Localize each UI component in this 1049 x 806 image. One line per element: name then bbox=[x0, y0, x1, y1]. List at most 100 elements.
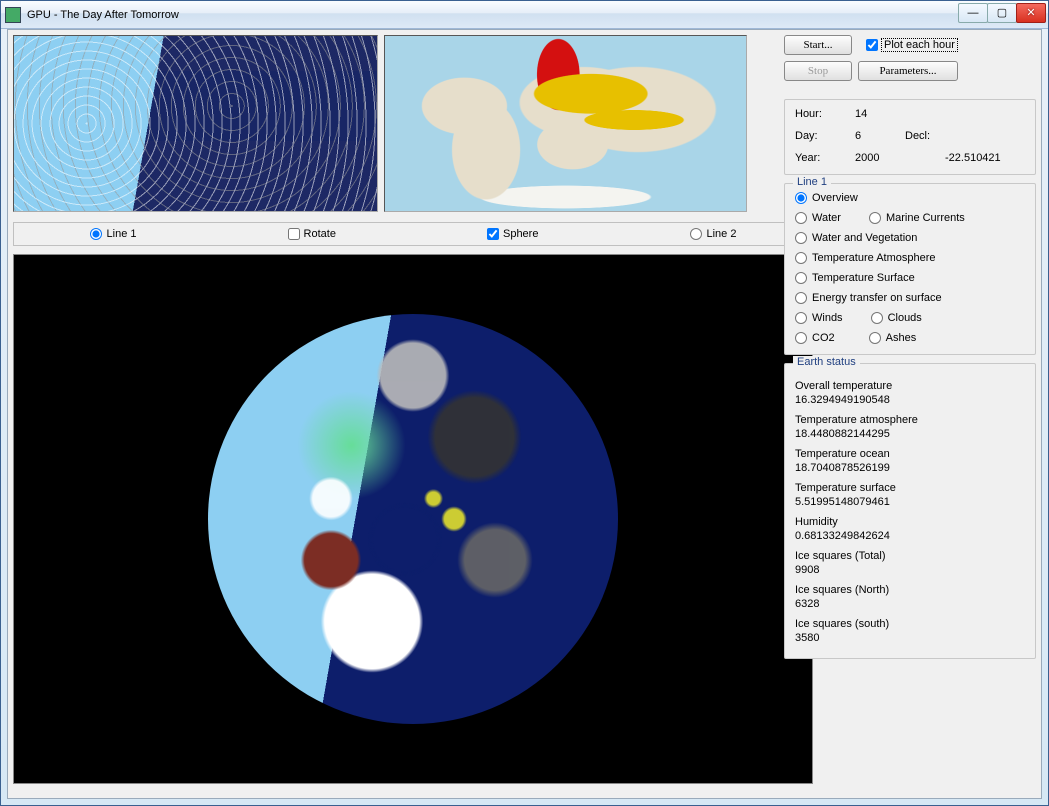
line1-options-group: Line 1 Overview Water Marine Currents Wa… bbox=[784, 183, 1036, 355]
titlebar[interactable]: GPU - The Day After Tomorrow — ▢ ✕ bbox=[1, 1, 1048, 29]
minimize-button[interactable]: — bbox=[958, 3, 988, 23]
stat-ice-total-label: Ice squares (Total) bbox=[795, 550, 1025, 562]
time-status-group: Hour: 14 Day: 6 Decl: Year: 2000 -22.510… bbox=[784, 99, 1036, 175]
minimize-icon: — bbox=[968, 8, 979, 19]
map1-clouds-overlay bbox=[14, 36, 377, 211]
radio-ashes[interactable]: Ashes bbox=[869, 332, 917, 344]
stop-button[interactable]: Stop bbox=[784, 61, 852, 81]
stat-temp-atm-value: 18.4480882144295 bbox=[795, 428, 1025, 440]
radio-line2-label: Line 2 bbox=[707, 228, 737, 240]
radio-overview[interactable]: Overview bbox=[795, 192, 1025, 204]
checkbox-sphere-input[interactable] bbox=[487, 228, 499, 240]
start-button[interactable]: Start... bbox=[784, 35, 852, 55]
stat-humidity-label: Humidity bbox=[795, 516, 1025, 528]
stat-temp-ocean-label: Temperature ocean bbox=[795, 448, 1025, 460]
year-value: 2000 bbox=[855, 152, 905, 164]
hour-label: Hour: bbox=[795, 108, 855, 120]
map-secondary-flat[interactable] bbox=[384, 35, 747, 212]
radio-line2-input[interactable] bbox=[690, 228, 702, 240]
parameters-button[interactable]: Parameters... bbox=[858, 61, 958, 81]
stat-temp-atm-label: Temperature atmosphere bbox=[795, 414, 1025, 426]
radio-co2-input[interactable] bbox=[795, 332, 807, 344]
earth-status-title: Earth status bbox=[793, 356, 860, 368]
radio-overview-label: Overview bbox=[812, 192, 858, 204]
radio-water-vegetation-input[interactable] bbox=[795, 232, 807, 244]
maximize-icon: ▢ bbox=[997, 8, 1007, 19]
hour-value: 14 bbox=[855, 108, 905, 120]
stat-ice-south-label: Ice squares (south) bbox=[795, 618, 1025, 630]
radio-temp-surface-input[interactable] bbox=[795, 272, 807, 284]
globe-render bbox=[208, 314, 618, 724]
radio-water-label: Water bbox=[812, 212, 841, 224]
checkbox-plot-each-hour[interactable]: Plot each hour bbox=[866, 39, 957, 51]
view-controls-bar: Line 1 Rotate Sphere Line 2 bbox=[13, 222, 813, 246]
radio-marine-currents-input[interactable] bbox=[869, 212, 881, 224]
radio-co2-label: CO2 bbox=[812, 332, 835, 344]
radio-water-vegetation-label: Water and Vegetation bbox=[812, 232, 917, 244]
app-window: GPU - The Day After Tomorrow — ▢ ✕ Line … bbox=[0, 0, 1049, 806]
stat-overall-temp-label: Overall temperature bbox=[795, 380, 1025, 392]
map-overview-flat[interactable] bbox=[13, 35, 378, 212]
year-label: Year: bbox=[795, 152, 855, 164]
stat-ice-north-label: Ice squares (North) bbox=[795, 584, 1025, 596]
app-icon bbox=[5, 7, 21, 23]
radio-line1-label: Line 1 bbox=[107, 228, 137, 240]
radio-energy-transfer[interactable]: Energy transfer on surface bbox=[795, 292, 1025, 304]
window-title: GPU - The Day After Tomorrow bbox=[27, 9, 179, 21]
radio-winds-input[interactable] bbox=[795, 312, 807, 324]
radio-marine-currents[interactable]: Marine Currents bbox=[869, 212, 965, 224]
stat-temp-surface-label: Temperature surface bbox=[795, 482, 1025, 494]
radio-water-vegetation[interactable]: Water and Vegetation bbox=[795, 232, 1025, 244]
stat-ice-south-value: 3580 bbox=[795, 632, 1025, 644]
close-button[interactable]: ✕ bbox=[1016, 3, 1046, 23]
checkbox-plot-each-hour-input[interactable] bbox=[866, 39, 878, 51]
decl-label: Decl: bbox=[905, 130, 945, 142]
radio-clouds-label: Clouds bbox=[888, 312, 922, 324]
radio-clouds-input[interactable] bbox=[871, 312, 883, 324]
earth-status-list: Overall temperature 16.3294949190548 Temp… bbox=[795, 380, 1025, 644]
radio-temp-surface[interactable]: Temperature Surface bbox=[795, 272, 1025, 284]
radio-temp-atmosphere-label: Temperature Atmosphere bbox=[812, 252, 936, 264]
map2-event-overlay bbox=[385, 36, 746, 211]
radio-clouds[interactable]: Clouds bbox=[871, 312, 922, 324]
radio-water[interactable]: Water bbox=[795, 212, 841, 224]
radio-line1[interactable]: Line 1 bbox=[90, 228, 137, 240]
main-3d-view[interactable] bbox=[13, 254, 813, 784]
stat-ice-north-value: 6328 bbox=[795, 598, 1025, 610]
right-panel: Start... Plot each hour Stop Parameters.… bbox=[784, 35, 1036, 659]
decl-value: -22.510421 bbox=[945, 152, 1025, 164]
radio-overview-input[interactable] bbox=[795, 192, 807, 204]
radio-marine-currents-label: Marine Currents bbox=[886, 212, 965, 224]
radio-ashes-label: Ashes bbox=[886, 332, 917, 344]
checkbox-rotate-label: Rotate bbox=[304, 228, 336, 240]
radio-line2[interactable]: Line 2 bbox=[690, 228, 737, 240]
checkbox-rotate-input[interactable] bbox=[288, 228, 300, 240]
stat-ice-total-value: 9908 bbox=[795, 564, 1025, 576]
radio-winds[interactable]: Winds bbox=[795, 312, 843, 324]
radio-line1-input[interactable] bbox=[90, 228, 102, 240]
stat-overall-temp-value: 16.3294949190548 bbox=[795, 394, 1025, 406]
radio-ashes-input[interactable] bbox=[869, 332, 881, 344]
radio-temp-surface-label: Temperature Surface bbox=[812, 272, 915, 284]
radio-energy-transfer-label: Energy transfer on surface bbox=[812, 292, 942, 304]
checkbox-plot-each-hour-label: Plot each hour bbox=[882, 39, 957, 51]
line1-group-title: Line 1 bbox=[793, 176, 831, 188]
radio-winds-label: Winds bbox=[812, 312, 843, 324]
checkbox-sphere[interactable]: Sphere bbox=[487, 228, 538, 240]
checkbox-rotate[interactable]: Rotate bbox=[288, 228, 336, 240]
maximize-button[interactable]: ▢ bbox=[987, 3, 1017, 23]
stat-temp-surface-value: 5.51995148079461 bbox=[795, 496, 1025, 508]
day-value: 6 bbox=[855, 130, 905, 142]
stat-temp-ocean-value: 18.7040878526199 bbox=[795, 462, 1025, 474]
radio-co2[interactable]: CO2 bbox=[795, 332, 835, 344]
day-label: Day: bbox=[795, 130, 855, 142]
stat-humidity-value: 0.68133249842624 bbox=[795, 530, 1025, 542]
earth-status-group: Earth status Overall temperature16.32949… bbox=[784, 363, 1036, 659]
checkbox-sphere-label: Sphere bbox=[503, 228, 538, 240]
radio-water-input[interactable] bbox=[795, 212, 807, 224]
radio-energy-transfer-input[interactable] bbox=[795, 292, 807, 304]
radio-temp-atmosphere[interactable]: Temperature Atmosphere bbox=[795, 252, 1025, 264]
client-area: Line 1 Rotate Sphere Line 2 Start... bbox=[7, 29, 1042, 799]
radio-temp-atmosphere-input[interactable] bbox=[795, 252, 807, 264]
close-icon: ✕ bbox=[1026, 8, 1035, 19]
